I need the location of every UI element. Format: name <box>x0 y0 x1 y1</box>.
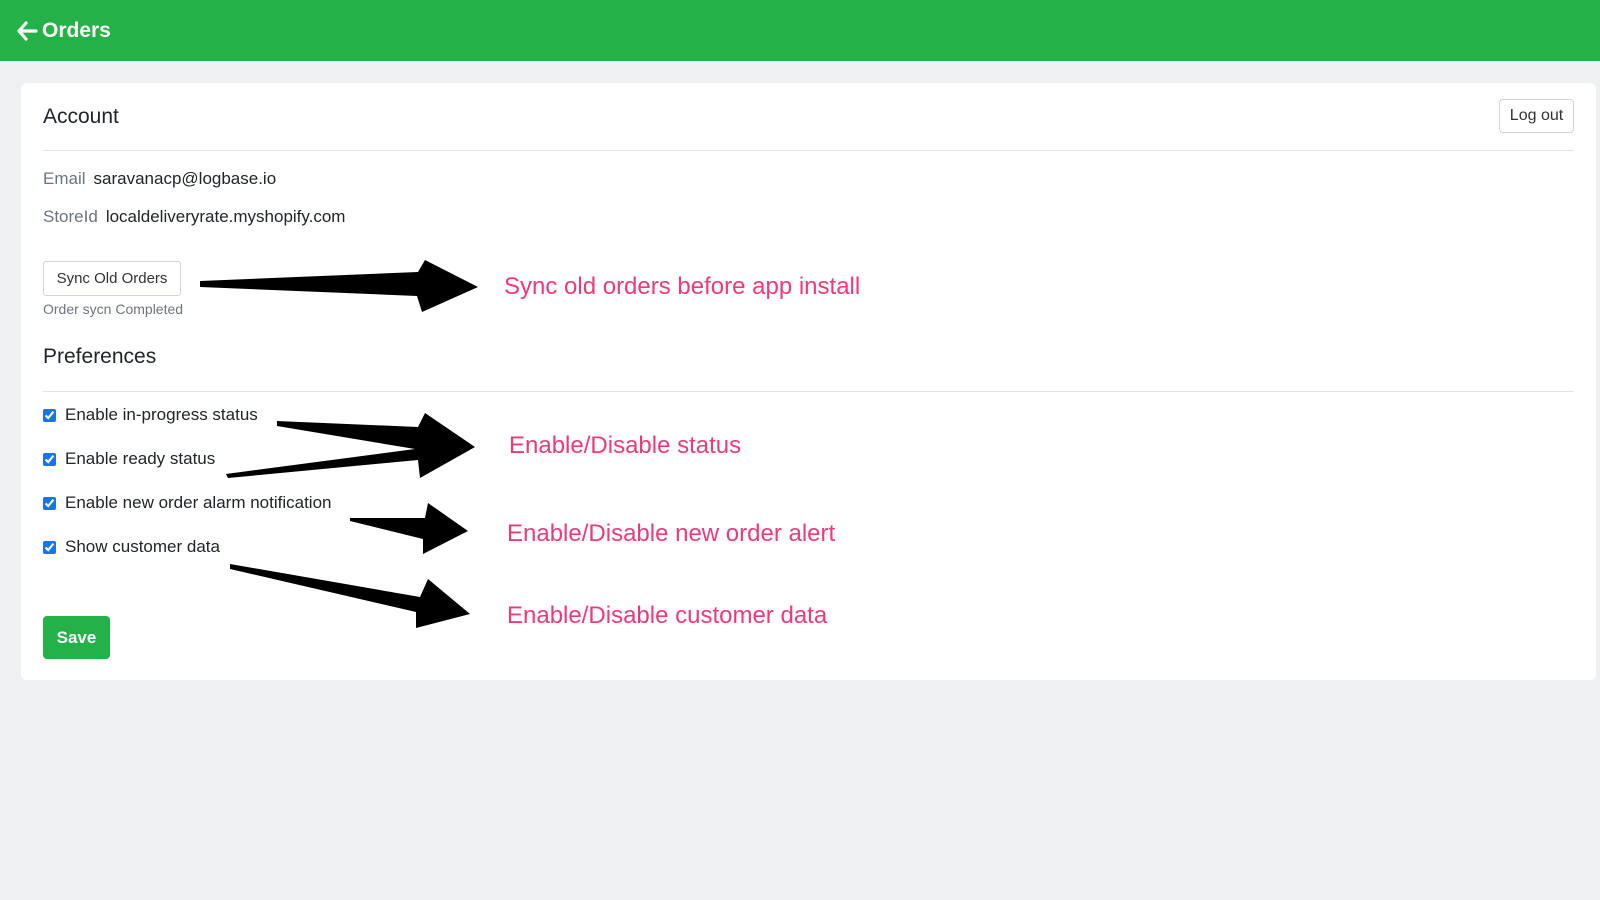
sync-note: Sync old orders before app install <box>504 273 861 300</box>
pref-new-order-alarm[interactable]: Enable new order alarm notification <box>43 493 331 513</box>
new-order-alarm-checkbox[interactable] <box>43 496 56 510</box>
email-label: Email <box>43 169 86 188</box>
new-order-alarm-label: Enable new order alarm notification <box>65 493 332 512</box>
in-progress-checkbox[interactable] <box>43 408 56 422</box>
sync-status-text: Order sycn Completed <box>43 301 184 317</box>
customer-data-label: Show customer data <box>65 537 220 556</box>
pref-customer-data[interactable]: Show customer data <box>43 537 220 557</box>
top-bar: Orders <box>0 0 1600 61</box>
in-progress-label: Enable in-progress status <box>65 405 258 424</box>
customer-data-checkbox[interactable] <box>43 540 56 554</box>
preferences-divider <box>43 391 1574 392</box>
store-label: StoreId <box>43 207 98 226</box>
logout-button[interactable]: Log out <box>1499 99 1574 133</box>
ready-status-checkbox[interactable] <box>43 452 56 466</box>
pref-ready-status[interactable]: Enable ready status <box>43 449 215 469</box>
status-note: Enable/Disable status <box>509 432 742 459</box>
sync-old-orders-button[interactable]: Sync Old Orders <box>43 261 181 296</box>
alert-note: Enable/Disable new order alert <box>507 520 836 547</box>
email-value: saravanacp@logbase.io <box>93 169 277 188</box>
preferences-title: Preferences <box>43 345 157 368</box>
back-link-label: Orders <box>42 18 111 42</box>
account-title: Account <box>43 105 119 128</box>
back-to-orders-link[interactable]: Orders <box>16 19 111 43</box>
store-value: localdeliveryrate.myshopify.com <box>105 207 346 226</box>
email-row: Email saravanacp@logbase.io <box>43 169 276 189</box>
pref-in-progress-status[interactable]: Enable in-progress status <box>43 405 258 425</box>
store-row: StoreId localdeliveryrate.myshopify.com <box>43 207 345 227</box>
account-divider <box>43 150 1574 151</box>
save-button[interactable]: Save <box>43 616 110 659</box>
account-card: Account Log out Email saravanacp@logbase.… <box>21 83 1596 680</box>
customer-note: Enable/Disable customer data <box>507 602 828 629</box>
ready-status-label: Enable ready status <box>65 449 216 468</box>
arrow-left-icon <box>17 20 38 41</box>
